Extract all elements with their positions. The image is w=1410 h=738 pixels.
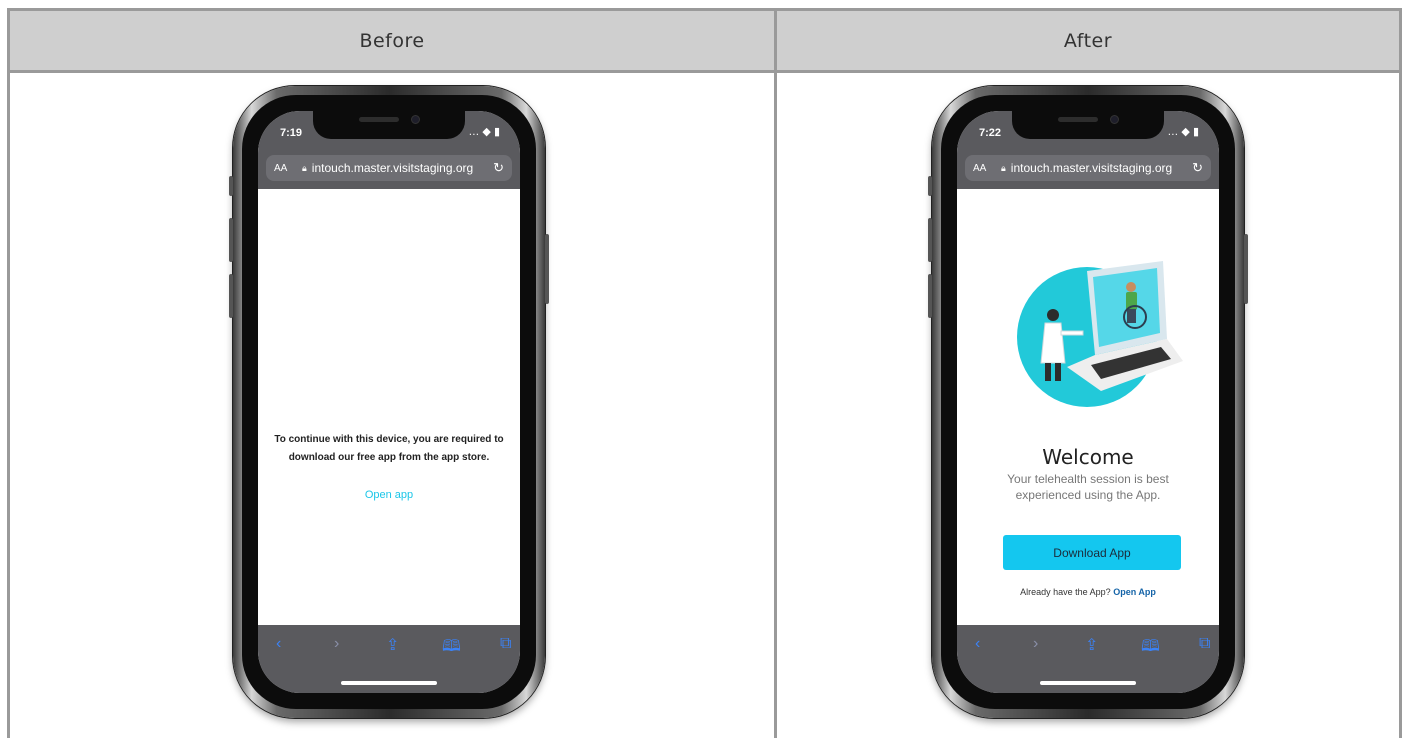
status-time: 7:22	[979, 127, 1002, 139]
share-icon[interactable]: ⇪	[386, 635, 399, 655]
front-camera	[1110, 115, 1119, 124]
forward-icon[interactable]: ›	[334, 635, 339, 653]
after-phone: 7:22 … ◆ ▮ AA 🔒︎ intouch.master.visitsta…	[928, 86, 1248, 718]
power-button	[545, 234, 549, 304]
volume-button	[928, 218, 932, 262]
url-text: intouch.master.visitstaging.org	[311, 161, 474, 175]
home-indicator[interactable]	[341, 681, 437, 685]
lock-icon: 🔒︎	[302, 162, 307, 173]
speaker-grille	[1058, 117, 1098, 122]
reload-icon[interactable]: ↻	[1192, 160, 1203, 176]
telehealth-illustration-icon	[1017, 261, 1183, 407]
volume-button	[928, 274, 932, 318]
already-have-app-text: Already have the App?	[1020, 587, 1111, 597]
download-app-button[interactable]: Download App	[1003, 535, 1181, 570]
phone-notch	[1012, 111, 1164, 139]
status-icons: … ◆ ▮	[1167, 126, 1199, 138]
text-size-button[interactable]: AA	[274, 163, 298, 174]
column-divider	[774, 11, 777, 738]
phone-bezel: 7:19 … ◆ ▮ AA 🔒︎ intouch.master.visitsta…	[242, 95, 536, 709]
address-field[interactable]: AA 🔒︎ intouch.master.visitstaging.org ↻	[266, 155, 512, 181]
power-button	[1244, 234, 1248, 304]
web-page: To continue with this device, you are re…	[258, 189, 520, 625]
phone-notch	[313, 111, 465, 139]
welcome-title: Welcome	[1042, 445, 1134, 469]
front-camera	[411, 115, 420, 124]
volume-button	[229, 218, 233, 262]
tabs-icon[interactable]: ⧉	[1199, 635, 1210, 653]
table-header-row: Before After	[10, 11, 1399, 73]
already-have-app: Already have the App? Open App	[957, 587, 1219, 597]
volume-button	[928, 176, 932, 196]
after-header: After	[1063, 29, 1113, 52]
address-field[interactable]: AA 🔒︎ intouch.master.visitstaging.org ↻	[965, 155, 1211, 181]
before-header: Before	[359, 29, 425, 52]
browser-url-bar: AA 🔒︎ intouch.master.visitstaging.org ↻	[957, 151, 1219, 189]
back-icon[interactable]: ‹	[276, 635, 281, 653]
speaker-grille	[359, 117, 399, 122]
status-icons: … ◆ ▮	[468, 126, 500, 138]
status-time: 7:19	[280, 127, 303, 139]
before-phone: 7:19 … ◆ ▮ AA 🔒︎ intouch.master.visitsta…	[229, 86, 549, 718]
phone-screen: 7:22 … ◆ ▮ AA 🔒︎ intouch.master.visitsta…	[957, 111, 1219, 693]
open-app-link[interactable]: Open App	[1113, 587, 1156, 597]
tabs-icon[interactable]: ⧉	[500, 635, 511, 653]
bookmarks-icon[interactable]: 🕮︎	[1141, 635, 1160, 662]
open-app-link[interactable]: Open app	[258, 489, 520, 501]
bookmarks-icon[interactable]: 🕮︎	[442, 635, 461, 662]
forward-icon[interactable]: ›	[1033, 635, 1038, 653]
home-indicator[interactable]	[1040, 681, 1136, 685]
back-icon[interactable]: ‹	[975, 635, 980, 653]
phone-screen: 7:19 … ◆ ▮ AA 🔒︎ intouch.master.visitsta…	[258, 111, 520, 693]
browser-toolbar: ‹ › ⇪ 🕮︎ ⧉	[957, 625, 1219, 693]
volume-button	[229, 274, 233, 318]
url-text: intouch.master.visitstaging.org	[1010, 161, 1173, 175]
lock-icon: 🔒︎	[1001, 162, 1006, 173]
web-page: Welcome Your telehealth session is best …	[957, 189, 1219, 625]
volume-button	[229, 176, 233, 196]
reload-icon[interactable]: ↻	[493, 160, 504, 176]
browser-toolbar: ‹ › ⇪ 🕮︎ ⧉	[258, 625, 520, 693]
browser-url-bar: AA 🔒︎ intouch.master.visitstaging.org ↻	[258, 151, 520, 189]
app-required-message: To continue with this device, you are re…	[274, 434, 504, 463]
text-size-button[interactable]: AA	[973, 163, 997, 174]
welcome-subtitle: Your telehealth session is best experien…	[1007, 472, 1169, 502]
phone-bezel: 7:22 … ◆ ▮ AA 🔒︎ intouch.master.visitsta…	[941, 95, 1235, 709]
share-icon[interactable]: ⇪	[1085, 635, 1098, 655]
